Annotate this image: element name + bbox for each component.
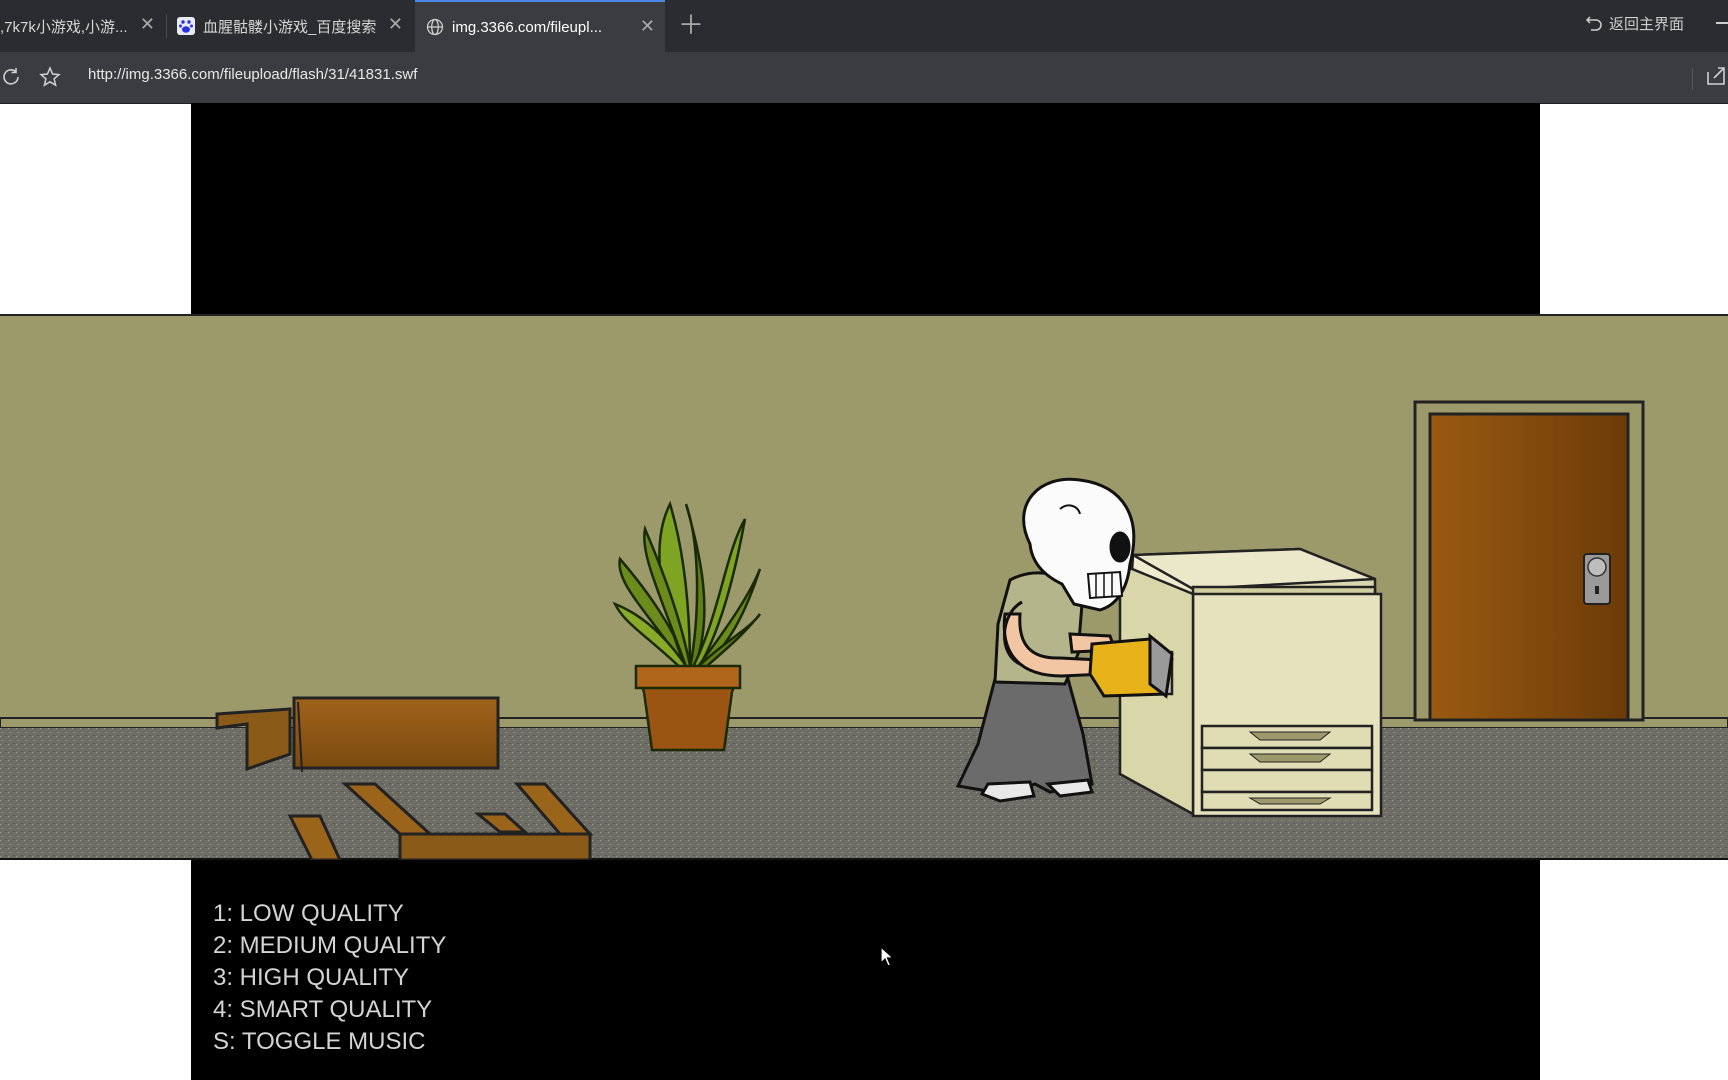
reload-icon[interactable]: [0, 64, 24, 90]
tab-label: img.3366.com/fileupl...: [452, 18, 603, 36]
menu-low-quality[interactable]: 1: LOW QUALITY: [213, 898, 446, 930]
url-field[interactable]: http://img.3366.com/fileupload/flash/31/…: [88, 66, 417, 83]
tab-label: 血腥骷髅小游戏_百度搜索: [203, 18, 377, 36]
star-icon[interactable]: [37, 64, 63, 90]
close-icon[interactable]: ✕: [140, 14, 155, 35]
new-tab-button[interactable]: ＋: [676, 10, 706, 40]
close-icon[interactable]: ✕: [640, 16, 655, 37]
baidu-paw-icon: [177, 17, 195, 35]
menu-medium-quality[interactable]: 2: MEDIUM QUALITY: [213, 930, 446, 962]
back-home-button[interactable]: 返回主界面: [1585, 10, 1684, 36]
menu-high-quality[interactable]: 3: HIGH QUALITY: [213, 962, 446, 994]
menu-smart-quality[interactable]: 4: SMART QUALITY: [213, 994, 446, 1026]
tab-divider: [166, 14, 167, 38]
menu-toggle-music[interactable]: S: TOGGLE MUSIC: [213, 1026, 446, 1058]
tab-baidu-search[interactable]: 血腥骷髅小游戏_百度搜索 ✕: [168, 0, 413, 52]
game-menu: 1: LOW QUALITY 2: MEDIUM QUALITY 3: HIGH…: [213, 898, 446, 1058]
mouse-cursor-icon: [880, 945, 895, 973]
tab-label: ,7k7k小游戏,小游...: [0, 18, 128, 36]
back-home-label: 返回主界面: [1609, 15, 1685, 33]
game-scene[interactable]: [0, 314, 1728, 860]
minimize-button[interactable]: [1716, 22, 1728, 24]
share-icon[interactable]: [1704, 64, 1728, 93]
globe-icon: [426, 18, 444, 36]
address-bar: http://img.3366.com/fileupload/flash/31/…: [0, 52, 1728, 104]
door: [1413, 400, 1645, 722]
undo-arrow-icon: [1585, 14, 1609, 32]
tab-img3366[interactable]: img.3366.com/fileupl... ✕: [415, 0, 665, 52]
close-icon[interactable]: ✕: [388, 14, 403, 35]
toolbar-divider: [1692, 68, 1693, 90]
tab-7k7k[interactable]: ,7k7k小游戏,小游... ✕: [0, 0, 165, 52]
tab-bar: ,7k7k小游戏,小游... ✕ 血腥骷髅小游戏_百度搜索 ✕ img.3366…: [0, 0, 1728, 52]
